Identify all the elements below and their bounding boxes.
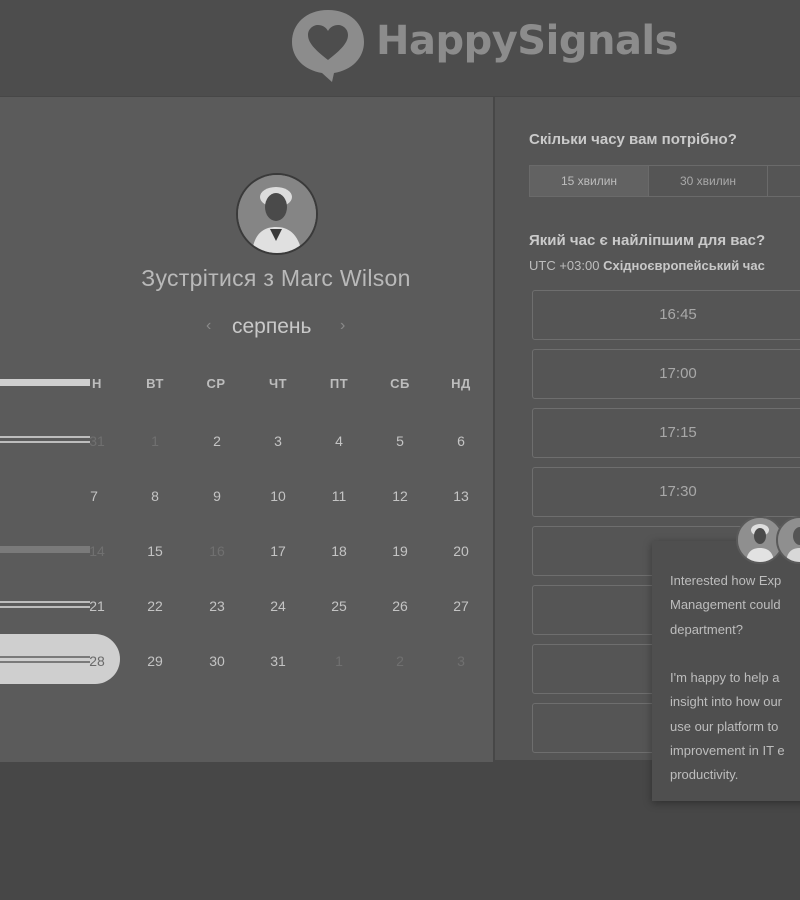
calendar-panel: Зустрітися з Marc Wilson ‹ серпень › Н В… (0, 97, 493, 762)
person-photo-icon (238, 175, 316, 253)
calendar-day[interactable]: 9 (197, 488, 237, 504)
calendar-day: 14 (89, 543, 105, 559)
header: HappySignals (0, 0, 800, 96)
weekday-header: ПТ (329, 376, 349, 391)
time-slot-button[interactable]: 17:00 (532, 349, 800, 399)
calendar-day[interactable]: 12 (380, 488, 420, 504)
calendar-day[interactable]: 20 (441, 543, 481, 559)
calendar-day: 1 (151, 433, 159, 449)
calendar-day[interactable]: 6 (441, 433, 481, 449)
weekday-header: НД (451, 376, 471, 391)
calendar-day[interactable]: 8 (135, 488, 175, 504)
weekday-header: ВТ (146, 376, 164, 391)
calendar-day[interactable]: 29 (135, 653, 175, 669)
duration-option[interactable]: 30 хвилин (649, 166, 768, 196)
time-question: Який час є найліпшим для вас? (529, 232, 766, 249)
chat-popup[interactable]: Interested how Exp Management could depa… (652, 541, 800, 801)
calendar-day[interactable]: 30 (197, 653, 237, 669)
time-slot-button[interactable]: 17:15 (532, 408, 800, 458)
calendar-day: 3 (457, 653, 465, 669)
calendar-day[interactable]: 25 (319, 598, 359, 614)
timezone-name: Східноєвропейський час (603, 258, 765, 273)
calendar-day[interactable]: 24 (258, 598, 298, 614)
calendar-day[interactable]: 26 (380, 598, 420, 614)
heart-chat-bubble-icon (292, 10, 364, 82)
calendar-day[interactable]: 11 (319, 488, 359, 504)
calendar-day[interactable]: 23 (197, 598, 237, 614)
weekday-header: СБ (390, 376, 410, 391)
calendar-day: 31 (89, 433, 105, 449)
next-month-icon[interactable]: › (340, 317, 345, 335)
calendar-day[interactable]: 27 (441, 598, 481, 614)
happysignals-logo: HappySignals (288, 4, 678, 84)
calendar-day[interactable]: 15 (135, 543, 175, 559)
logo-text: HappySignals (376, 18, 678, 64)
calendar-day[interactable]: 31 (258, 653, 298, 669)
month-navigation: ‹ серпень › (200, 313, 352, 343)
duration-tabs: 15 хвилин 30 хвилин (529, 165, 800, 197)
time-slot-button[interactable]: 16:45 (532, 290, 800, 340)
duration-question: Скільки часу вам потрібно? (529, 131, 737, 148)
calendar-day[interactable]: 21 (77, 598, 117, 614)
timezone-offset: UTC +03:00 (529, 258, 600, 273)
calendar-day[interactable]: 4 (319, 433, 359, 449)
calendar-day[interactable]: 17 (258, 543, 298, 559)
prev-month-icon[interactable]: ‹ (206, 317, 211, 335)
calendar-day[interactable]: 7 (74, 488, 114, 504)
month-label: серпень (232, 315, 312, 338)
calendar-day: 1 (335, 653, 343, 669)
calendar-day[interactable]: 3 (258, 433, 298, 449)
calendar-day: 16 (209, 543, 225, 559)
calendar-day[interactable]: 5 (380, 433, 420, 449)
meeting-title: Зустрітися з Marc Wilson (141, 265, 411, 291)
timezone-label[interactable]: UTC +03:00 Східноєвропейський час (529, 258, 765, 273)
weekday-header: СР (206, 376, 226, 391)
calendar-day[interactable]: 13 (441, 488, 481, 504)
duration-option[interactable] (768, 166, 800, 196)
weekday-header: Н (92, 376, 102, 391)
calendar-day: 2 (396, 653, 404, 669)
calendar-day[interactable]: 19 (380, 543, 420, 559)
time-slot-button[interactable]: 17:30 (532, 467, 800, 517)
duration-option[interactable]: 15 хвилин (530, 166, 649, 196)
weekday-header: ЧТ (268, 376, 288, 391)
calendar-day[interactable]: 2 (197, 433, 237, 449)
host-avatar (236, 173, 318, 255)
calendar-day[interactable]: 18 (319, 543, 359, 559)
calendar-day[interactable]: 22 (135, 598, 175, 614)
chat-message: Interested how Exp Management could depa… (670, 573, 785, 783)
person-photo-icon (778, 518, 800, 562)
calendar-day[interactable]: 10 (258, 488, 298, 504)
calendar-day-selected[interactable]: 28 (77, 653, 117, 669)
